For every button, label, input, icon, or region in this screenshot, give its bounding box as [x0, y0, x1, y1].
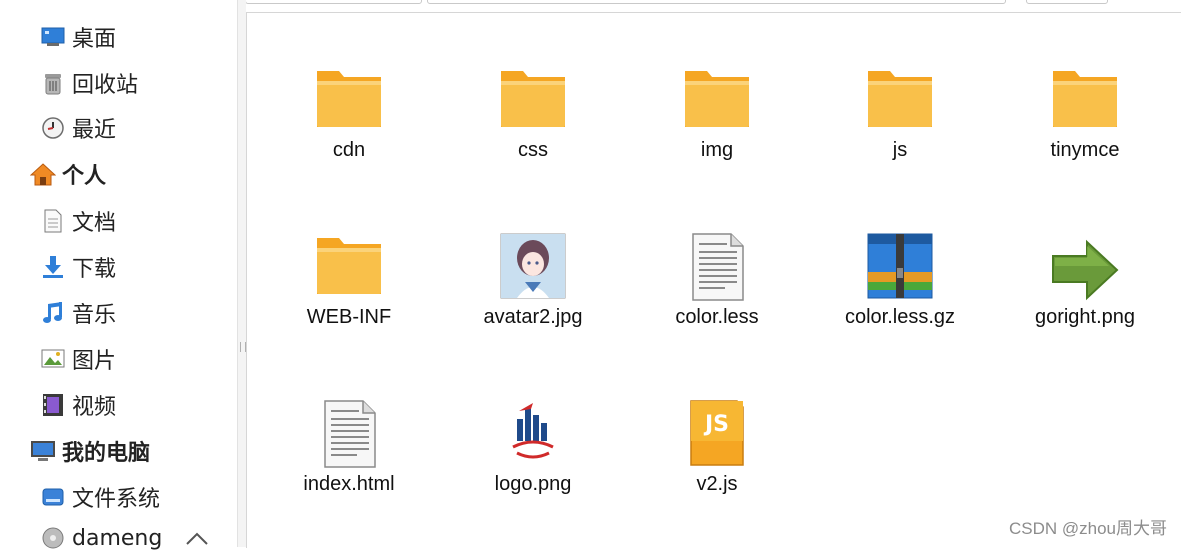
sidebar-item-label: 下载: [72, 257, 117, 282]
file-name: img: [700, 139, 734, 161]
sidebar-item-label: 视频: [72, 395, 117, 420]
archive-icon: [867, 233, 933, 299]
sidebar-item-label: 图片: [72, 349, 117, 374]
file-name: goright.png: [1034, 306, 1136, 328]
file-name: color.less.gz: [844, 306, 956, 328]
sidebar-item-label: 文档: [72, 211, 117, 236]
sidebar-item-videos[interactable]: 视频: [40, 387, 116, 423]
file-name: color.less: [675, 306, 759, 328]
folder-icon: [317, 71, 381, 127]
sidebar-section-personal[interactable]: 个人: [30, 156, 106, 192]
sidebar-item-label: 桌面: [72, 27, 117, 52]
file-name: tinymce: [1050, 139, 1120, 161]
file-name: index.html: [303, 473, 395, 495]
toolbar-button[interactable]: [1026, 0, 1108, 4]
file-view: cdn css img js tinymce WEB-INF avatar2.j: [246, 12, 1181, 548]
file-item-js[interactable]: js: [820, 65, 980, 215]
sidebar-item-pictures[interactable]: 图片: [40, 341, 116, 377]
pane-splitter[interactable]: [238, 0, 246, 547]
file-item-goright[interactable]: goright.png: [1005, 232, 1165, 382]
trash-icon: [40, 70, 66, 96]
picture-icon: [40, 346, 66, 372]
file-item-avatar2[interactable]: avatar2.jpg: [453, 232, 613, 382]
home-icon: [30, 161, 56, 187]
svg-text:JS: JS: [703, 412, 729, 437]
sidebar-item-desktop[interactable]: 桌面: [40, 19, 116, 55]
file-name: css: [518, 139, 548, 161]
drive-icon: [40, 484, 66, 510]
sidebar-item-recent[interactable]: 最近: [40, 110, 116, 146]
desktop-icon: [40, 24, 66, 50]
image-thumbnail-icon: [500, 233, 566, 299]
eject-icon[interactable]: [183, 526, 211, 548]
sidebar-item-filesystem[interactable]: 文件系统: [40, 479, 160, 515]
file-item-v2-js[interactable]: JS v2.js: [637, 399, 797, 549]
file-item-color-less[interactable]: color.less: [637, 232, 797, 382]
sidebar-item-music[interactable]: 音乐: [40, 295, 116, 331]
sidebar-item-trash[interactable]: 回收站: [40, 65, 138, 101]
file-name: v2.js: [696, 473, 738, 495]
text-file-icon: [692, 233, 744, 301]
file-name: avatar2.jpg: [483, 306, 583, 328]
disk-icon: [40, 525, 66, 551]
file-item-css[interactable]: css: [453, 65, 613, 215]
folder-icon: [501, 71, 565, 127]
file-name: cdn: [332, 139, 366, 161]
file-item-cdn[interactable]: cdn: [269, 65, 429, 215]
sidebar-item-label: 文件系统: [72, 487, 161, 512]
sidebar-item-label: 音乐: [72, 303, 117, 328]
sidebar-section-label: 我的电脑: [62, 441, 151, 466]
folder-icon: [685, 71, 749, 127]
watermark: CSDN @zhou周大哥: [1008, 519, 1167, 538]
sidebar-section-label: 个人: [62, 164, 107, 189]
clock-icon: [40, 115, 66, 141]
logo-image-icon: [512, 403, 554, 459]
video-icon: [40, 392, 66, 418]
file-item-web-inf[interactable]: WEB-INF: [269, 232, 429, 382]
sidebar-item-downloads[interactable]: 下载: [40, 249, 116, 285]
folder-icon: [317, 238, 381, 294]
file-item-color-less-gz[interactable]: color.less.gz: [820, 232, 980, 382]
document-icon: [40, 208, 66, 234]
file-item-index-html[interactable]: index.html: [269, 399, 429, 549]
sidebar: 桌面 回收站 最近 个人 文档 下载 音乐 图片 视频 我的电脑 文件系统 da…: [0, 0, 238, 551]
text-file-icon: [324, 400, 376, 468]
sidebar-item-label: 回收站: [72, 73, 139, 98]
file-item-img[interactable]: img: [637, 65, 797, 215]
file-name: WEB-INF: [306, 306, 392, 328]
file-name: js: [892, 139, 908, 161]
folder-icon: [868, 71, 932, 127]
sidebar-item-label: 最近: [72, 118, 117, 143]
sidebar-item-documents[interactable]: 文档: [40, 203, 116, 239]
back-forward-field[interactable]: [245, 0, 422, 4]
sidebar-section-my-computer[interactable]: 我的电脑: [30, 433, 150, 469]
file-item-tinymce[interactable]: tinymce: [1005, 65, 1165, 215]
download-icon: [40, 254, 66, 280]
javascript-file-icon: JS: [690, 400, 744, 466]
folder-icon: [1053, 71, 1117, 127]
music-icon: [40, 300, 66, 326]
file-name: logo.png: [494, 473, 572, 495]
computer-icon: [30, 438, 56, 464]
file-item-logo[interactable]: logo.png: [453, 399, 613, 549]
green-arrow-icon: [1052, 239, 1119, 301]
sidebar-item-dameng[interactable]: dameng: [40, 520, 162, 556]
location-field[interactable]: [427, 0, 1006, 4]
